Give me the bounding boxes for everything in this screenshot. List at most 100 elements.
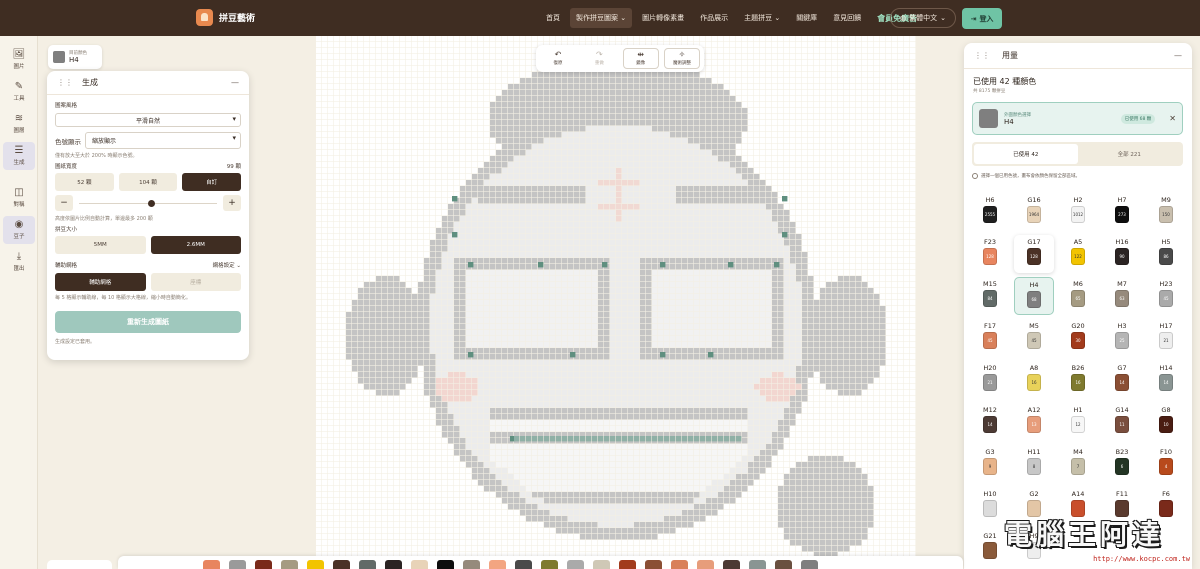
tab-all[interactable]: 全部 221 — [1078, 144, 1182, 164]
palette-swatch-17[interactable] — [645, 560, 662, 569]
nav-item-0[interactable]: 首頁 — [540, 8, 566, 28]
bead-swatch-H23[interactable]: H23 45 — [1146, 277, 1186, 315]
nav-item-4[interactable]: 主題拼豆 ⌄ — [738, 8, 786, 28]
bead-swatch-M5[interactable]: M5 45 — [1014, 319, 1054, 357]
bead-swatch-F17[interactable]: F17 45 — [970, 319, 1010, 357]
bead-swatch-B23[interactable]: B23 6 — [1102, 445, 1142, 483]
magic-button[interactable]: ✧ 魔術調整 — [663, 48, 700, 69]
decrease-button[interactable]: − — [55, 195, 73, 211]
palette-swatch-21[interactable] — [749, 560, 766, 569]
palette-swatch-10[interactable] — [463, 560, 480, 569]
rail-item-5[interactable]: ◉ 豆子 — [3, 216, 35, 244]
bead-swatch-H3[interactable]: H3 25 — [1102, 319, 1142, 357]
bead-swatch-A5[interactable]: A5 122 — [1058, 235, 1098, 273]
guide-option-1[interactable]: 座標 — [150, 273, 241, 291]
drag-handle-icon[interactable]: ⋮⋮ — [974, 51, 990, 60]
style-select[interactable]: 平滑自然 — [55, 113, 241, 127]
tab-used[interactable]: 已使用 42 — [974, 144, 1078, 164]
generate-panel-header[interactable]: ⋮⋮ 生成 — — [47, 71, 249, 95]
bead-swatch-A8[interactable]: A8 16 — [1014, 361, 1054, 399]
palette-swatch-4[interactable] — [307, 560, 324, 569]
palette-swatch-12[interactable] — [515, 560, 532, 569]
bead-swatch-M7[interactable]: M7 63 — [1102, 277, 1142, 315]
palette-swatch-22[interactable] — [775, 560, 792, 569]
bead-swatch-F10[interactable]: F10 4 — [1146, 445, 1186, 483]
rail-item-3[interactable]: ☰ 生成 — [3, 142, 35, 170]
bead-swatch-G8[interactable]: G8 10 — [1146, 403, 1186, 441]
rail-item-4[interactable]: ◫ 對稱 — [3, 184, 35, 212]
nav-item-1[interactable]: 製作拼豆圖案 ⌄ — [570, 8, 633, 28]
width-option-1[interactable]: 104 顆 — [118, 173, 178, 191]
bead-swatch-G20[interactable]: G20 30 — [1058, 319, 1098, 357]
bead-swatch-H20[interactable]: H20 21 — [970, 361, 1010, 399]
palette-swatch-15[interactable] — [593, 560, 610, 569]
logo[interactable]: 拼豆藝術 — [196, 9, 255, 26]
minimize-icon[interactable]: — — [231, 78, 239, 87]
palette-swatch-8[interactable] — [411, 560, 428, 569]
bead-swatch-M6[interactable]: M6 65 — [1058, 277, 1098, 315]
nav-item-6[interactable]: 意見回饋 — [827, 8, 867, 28]
bead-swatch-H14[interactable]: H14 14 — [1146, 361, 1186, 399]
bead-swatch-G3[interactable]: G3 9 — [970, 445, 1010, 483]
bead-swatch-A12[interactable]: A12 13 — [1014, 403, 1054, 441]
bead-swatch-H1[interactable]: H1 12 — [1058, 403, 1098, 441]
palette-swatch-6[interactable] — [359, 560, 376, 569]
palette-swatch-1[interactable] — [229, 560, 246, 569]
bead-swatch-G14[interactable]: G14 11 — [1102, 403, 1142, 441]
palette-swatch-2[interactable] — [255, 560, 272, 569]
bead-swatch-G16[interactable]: G16 1964 — [1014, 193, 1054, 231]
bead-swatch-H17[interactable]: H17 21 — [1146, 319, 1186, 357]
bead-size-option-1[interactable]: 2.6MM — [150, 236, 241, 254]
slider-knob[interactable] — [148, 199, 155, 207]
nav-item-2[interactable]: 圖片轉像素畫 — [636, 8, 690, 28]
palette-swatch-9[interactable] — [437, 560, 454, 569]
selected-color-card[interactable]: 外圍顏色選擇 H4 已使用 68 顆 ✕ — [972, 102, 1183, 135]
bead-size-option-0[interactable]: 5MM — [55, 236, 146, 254]
palette-swatch-0[interactable] — [203, 560, 220, 569]
bead-swatch-G17[interactable]: G17 128 — [1014, 235, 1054, 273]
bead-swatch-H2[interactable]: H2 1012 — [1058, 193, 1098, 231]
bead-swatch-M15[interactable]: M15 84 — [970, 277, 1010, 315]
bead-swatch-G7[interactable]: G7 14 — [1102, 361, 1142, 399]
width-option-2[interactable]: 自訂 — [182, 173, 242, 191]
usage-panel-header[interactable]: ⋮⋮ 用量 — — [964, 43, 1192, 69]
palette-swatch-20[interactable] — [723, 560, 740, 569]
palette-swatch-18[interactable] — [671, 560, 688, 569]
redo-button[interactable]: ↷ 重做 — [581, 48, 617, 69]
login-button[interactable]: ⇥ 登入 — [962, 8, 1002, 29]
palette-swatch-7[interactable] — [385, 560, 402, 569]
close-icon[interactable]: ✕ — [1169, 114, 1176, 123]
bead-swatch-F23[interactable]: F23 128 — [970, 235, 1010, 273]
undo-button[interactable]: ↶ 復原 — [540, 48, 576, 69]
bead-swatch-M4[interactable]: M4 7 — [1058, 445, 1098, 483]
palette-swatch-3[interactable] — [281, 560, 298, 569]
palette-swatch-16[interactable] — [619, 560, 636, 569]
palette-swatch-13[interactable] — [541, 560, 558, 569]
palette-swatch-23[interactable] — [801, 560, 818, 569]
rail-item-0[interactable]: 🖼 圖片 — [3, 46, 35, 74]
language-selector[interactable]: ◍ 繁體中文 ⌄ — [890, 8, 956, 28]
mirror-button[interactable]: ⇹ 鏡像 — [622, 48, 659, 69]
palette-swatch-19[interactable] — [697, 560, 714, 569]
bead-swatch-B26[interactable]: B26 16 — [1058, 361, 1098, 399]
increase-button[interactable]: + — [223, 195, 241, 211]
drag-handle-icon[interactable]: ⋮⋮ — [57, 78, 73, 87]
bead-swatch-H5[interactable]: H5 86 — [1146, 235, 1186, 273]
bead-grid[interactable] — [316, 36, 918, 556]
rail-item-2[interactable]: ≋ 圖層 — [3, 110, 35, 138]
current-color-chip[interactable]: 目前顏色 H4 — [48, 45, 102, 69]
color-display-select[interactable]: 縮放顯示 — [85, 132, 241, 149]
regenerate-button[interactable]: 重新生成圖紙 — [55, 311, 241, 333]
palette-swatch-5[interactable] — [333, 560, 350, 569]
bead-swatch-H4[interactable]: H4 68 — [1014, 277, 1054, 315]
bead-swatch-M9[interactable]: M9 150 — [1146, 193, 1186, 231]
minimize-icon[interactable]: — — [1174, 51, 1182, 60]
width-option-0[interactable]: 52 顆 — [55, 173, 114, 191]
nav-item-5[interactable]: 關鍵庫 — [790, 8, 823, 28]
bead-swatch-H16[interactable]: H16 90 — [1102, 235, 1142, 273]
bead-swatch-H7[interactable]: H7 273 — [1102, 193, 1142, 231]
width-slider[interactable] — [79, 199, 217, 207]
guide-settings-button[interactable]: 網格設定 ⌄ — [213, 261, 241, 269]
rail-item-6[interactable]: ⤓ 匯出 — [3, 248, 35, 276]
palette-swatch-11[interactable] — [489, 560, 506, 569]
